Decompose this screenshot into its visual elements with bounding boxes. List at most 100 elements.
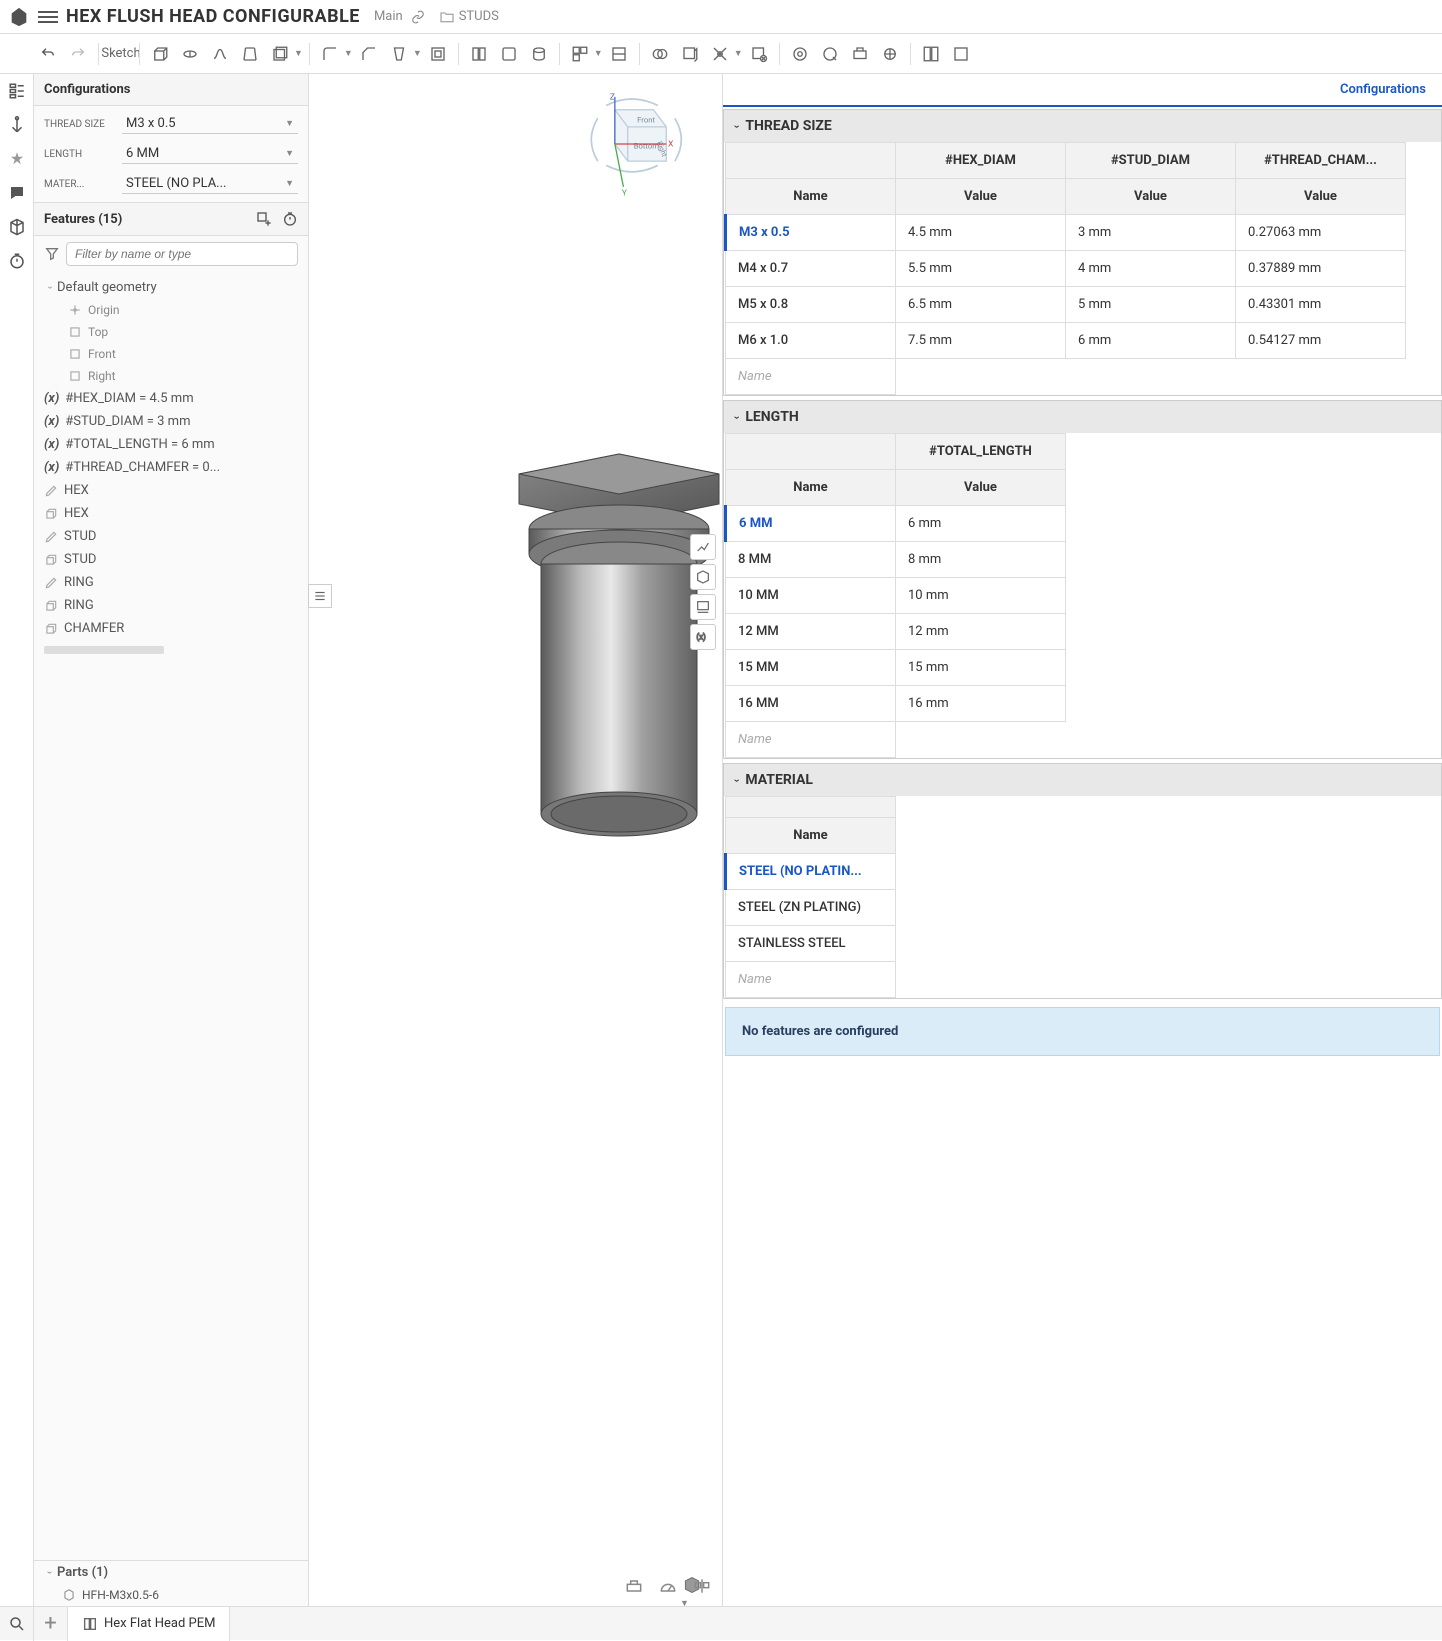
rail-feature-icon[interactable] — [6, 80, 28, 102]
table-cell[interactable]: 10 mm — [896, 578, 1066, 614]
tool-icon[interactable] — [917, 40, 945, 68]
variable-item[interactable]: (x)#STUD_DIAM = 3 mm — [34, 410, 308, 433]
fillet-icon[interactable] — [316, 40, 344, 68]
rail-appearance-icon[interactable] — [6, 148, 28, 170]
tool-icon[interactable] — [846, 40, 874, 68]
shell-icon[interactable] — [424, 40, 452, 68]
geometry-item[interactable]: Top — [34, 321, 308, 343]
dropdown-icon[interactable]: ▼ — [294, 48, 303, 59]
rail-timer-icon[interactable] — [6, 250, 28, 272]
table-cell[interactable]: 6.5 mm — [896, 287, 1066, 323]
feature-item[interactable]: HEX — [34, 502, 308, 525]
tool-icon[interactable] — [495, 40, 523, 68]
variable-item[interactable]: (x)#TOTAL_LENGTH = 6 mm — [34, 433, 308, 456]
material-config[interactable]: MATER... STEEL (NO PLA...▼ — [44, 174, 298, 194]
side-tool-icon[interactable] — [690, 594, 716, 620]
parts-header[interactable]: ›Parts (1) — [34, 1561, 308, 1584]
tool-icon[interactable] — [876, 40, 904, 68]
chevron-icon[interactable]: › — [731, 415, 744, 418]
add-tab-button[interactable]: + — [34, 1607, 68, 1641]
loft-icon[interactable] — [236, 40, 264, 68]
table-cell[interactable]: 0.27063 mm — [1236, 215, 1406, 251]
feature-item[interactable]: STUD — [34, 548, 308, 571]
table-row-name[interactable]: 6 MM — [726, 506, 896, 542]
tool-icon[interactable] — [525, 40, 553, 68]
redo-button[interactable] — [64, 40, 92, 68]
table-cell[interactable]: 15 mm — [896, 650, 1066, 686]
chevron-icon[interactable]: › — [731, 124, 744, 127]
add-row-placeholder[interactable]: Name — [726, 722, 896, 758]
table-cell[interactable]: 6 mm — [1066, 323, 1236, 359]
geometry-item[interactable]: Right — [34, 365, 308, 387]
table-row-name[interactable]: M4 x 0.7 — [726, 251, 896, 287]
link-icon[interactable] — [411, 10, 425, 24]
dropdown-icon[interactable]: ▼ — [594, 48, 603, 59]
extrude-icon[interactable] — [146, 40, 174, 68]
timer-icon[interactable] — [282, 211, 298, 227]
table-cell[interactable]: 5.5 mm — [896, 251, 1066, 287]
table-cell[interactable]: 16 mm — [896, 686, 1066, 722]
table-cell[interactable]: 8 mm — [896, 542, 1066, 578]
rollback-bar[interactable] — [44, 646, 164, 654]
part-item[interactable]: HFH-M3x0.5-6 — [34, 1584, 308, 1606]
table-row-name[interactable]: M5 x 0.8 — [726, 287, 896, 323]
undo-button[interactable] — [34, 40, 62, 68]
table-row-name[interactable]: 12 MM — [726, 614, 896, 650]
add-feature-icon[interactable] — [256, 211, 272, 227]
table-cell[interactable]: 4 mm — [1066, 251, 1236, 287]
bottom-tool-icon[interactable] — [692, 1576, 712, 1596]
table-row-name[interactable]: STEEL (NO PLATIN... — [726, 854, 896, 890]
dropdown-icon[interactable]: ▼ — [734, 48, 743, 59]
tool-icon[interactable] — [786, 40, 814, 68]
menu-icon[interactable] — [38, 7, 58, 27]
feature-item[interactable]: RING — [34, 594, 308, 617]
breadcrumb[interactable]: STUDS — [439, 9, 499, 25]
table-row-name[interactable]: 8 MM — [726, 542, 896, 578]
table-cell[interactable]: 0.37889 mm — [1236, 251, 1406, 287]
dropdown-icon[interactable]: ▼ — [413, 48, 422, 59]
draft-icon[interactable] — [385, 40, 413, 68]
table-cell[interactable]: 7.5 mm — [896, 323, 1066, 359]
sweep-icon[interactable] — [206, 40, 234, 68]
geometry-item[interactable]: Front — [34, 343, 308, 365]
revolve-icon[interactable] — [176, 40, 204, 68]
tool-icon[interactable] — [465, 40, 493, 68]
panel-toggle-icon[interactable] — [308, 584, 332, 608]
side-tool-icon[interactable]: (x) — [690, 624, 716, 650]
table-row-name[interactable]: 16 MM — [726, 686, 896, 722]
variable-item[interactable]: (x)#THREAD_CHAMFER = 0... — [34, 456, 308, 479]
dropdown-icon[interactable]: ▼ — [344, 48, 353, 59]
table-row-name[interactable]: STAINLESS STEEL — [726, 926, 896, 962]
side-tool-icon[interactable] — [690, 564, 716, 590]
table-row-name[interactable]: 10 MM — [726, 578, 896, 614]
tool-icon[interactable] — [566, 40, 594, 68]
3d-canvas[interactable]: Front Right Bottom Z X Y ▼ — [309, 74, 722, 1606]
tool-icon[interactable] — [947, 40, 975, 68]
bottom-tool-icon[interactable] — [624, 1576, 644, 1596]
table-row-name[interactable]: M6 x 1.0 — [726, 323, 896, 359]
table-row-name[interactable]: STEEL (ZN PLATING) — [726, 890, 896, 926]
length-config[interactable]: LENGTH 6 MM▼ — [44, 144, 298, 164]
tool-icon[interactable] — [706, 40, 734, 68]
add-row-placeholder[interactable]: Name — [726, 359, 896, 395]
default-geometry-group[interactable]: ›Default geometry — [34, 276, 308, 299]
chevron-icon[interactable]: › — [731, 778, 744, 781]
tool-icon[interactable] — [605, 40, 633, 68]
geometry-item[interactable]: Origin — [34, 299, 308, 321]
rail-insert-icon[interactable] — [6, 114, 28, 136]
table-cell[interactable]: 5 mm — [1066, 287, 1236, 323]
table-cell[interactable]: 0.43301 mm — [1236, 287, 1406, 323]
rail-comment-icon[interactable] — [6, 182, 28, 204]
search-tab-icon[interactable] — [0, 1607, 34, 1641]
table-cell[interactable]: 0.54127 mm — [1236, 323, 1406, 359]
feature-item[interactable]: RING — [34, 571, 308, 594]
feature-item[interactable]: STUD — [34, 525, 308, 548]
rail-cube-icon[interactable] — [6, 216, 28, 238]
tool-icon[interactable] — [676, 40, 704, 68]
table-cell[interactable]: 4.5 mm — [896, 215, 1066, 251]
filter-icon[interactable] — [44, 246, 60, 262]
table-cell[interactable]: 3 mm — [1066, 215, 1236, 251]
add-row-placeholder[interactable]: Name — [726, 962, 896, 998]
thicken-icon[interactable] — [266, 40, 294, 68]
onshape-logo-icon[interactable] — [8, 6, 30, 28]
